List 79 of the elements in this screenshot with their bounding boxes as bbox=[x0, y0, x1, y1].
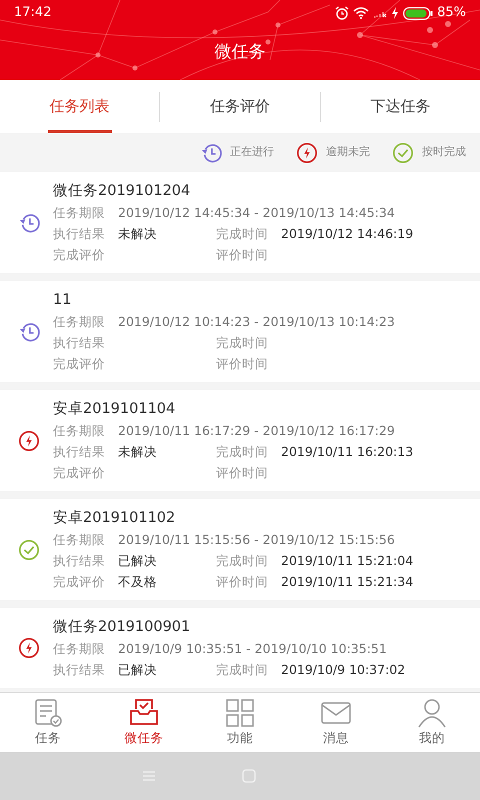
field-label: 执行结果 bbox=[53, 225, 106, 243]
field-label: 完成时间 bbox=[216, 225, 269, 243]
nav-tab[interactable]: 我的 bbox=[384, 693, 480, 752]
nav-tab[interactable]: 消息 bbox=[288, 693, 384, 752]
field-label: 任务期限 bbox=[53, 640, 106, 658]
field-label: 任务期限 bbox=[53, 204, 106, 222]
field-value: 2019/10/9 10:37:02 bbox=[281, 661, 406, 679]
wifi-icon bbox=[353, 7, 370, 19]
lightning-icon bbox=[18, 637, 40, 659]
field-label: 完成时间 bbox=[216, 443, 269, 461]
field-value: 2019/10/11 16:17:29 - 2019/10/12 16:17:29 bbox=[118, 422, 395, 440]
history-clock-icon bbox=[200, 142, 222, 164]
task-card[interactable]: 微任务2019100901 任务期限 2019/10/9 10:35:51 - 2019/10/10 10:35:51 执行结果 已解决 完成时间 2019/10/9 10:37:02 bbox=[0, 608, 480, 688]
field-label: 评价时间 bbox=[216, 355, 269, 373]
nav-tab[interactable]: 微任务 bbox=[96, 693, 192, 752]
field-value: 未解决 bbox=[118, 225, 157, 243]
legend-label: 逾期未完 bbox=[326, 144, 370, 160]
tab-underline bbox=[48, 130, 112, 133]
field-value: 2019/10/12 14:46:19 bbox=[281, 225, 414, 243]
grid-icon bbox=[224, 697, 256, 729]
battery-percent: 85% bbox=[437, 4, 466, 22]
field-label: 执行结果 bbox=[53, 334, 106, 352]
field-label: 任务期限 bbox=[53, 422, 106, 440]
history-clock-icon bbox=[18, 320, 40, 342]
home-icon[interactable] bbox=[242, 769, 256, 783]
task-card[interactable]: 11 任务期限 2019/10/12 10:14:23 - 2019/10/13 10:14:23 执行结果 完成时间 完成评价 评价时间 bbox=[0, 281, 480, 382]
field-label: 完成评价 bbox=[53, 246, 106, 264]
task-title: 安卓2019101104 bbox=[53, 400, 176, 419]
field-label: 评价时间 bbox=[216, 246, 269, 264]
field-label: 任务期限 bbox=[53, 531, 106, 549]
field-label: 完成评价 bbox=[53, 573, 106, 591]
field-value: 已解决 bbox=[118, 552, 157, 570]
field-label: 完成时间 bbox=[216, 552, 269, 570]
field-label: 完成时间 bbox=[216, 661, 269, 679]
field-label: 评价时间 bbox=[216, 464, 269, 482]
field-value: 2019/10/11 15:21:04 bbox=[281, 552, 414, 570]
person-icon bbox=[416, 697, 448, 729]
field-label: 执行结果 bbox=[53, 552, 106, 570]
page-title: 微任务 bbox=[214, 41, 266, 64]
task-title: 微任务2019101204 bbox=[53, 182, 192, 201]
task-title: 微任务2019100901 bbox=[53, 618, 192, 637]
field-label: 评价时间 bbox=[216, 573, 269, 591]
history-clock-icon bbox=[18, 212, 40, 234]
alarm-icon bbox=[335, 6, 350, 20]
tab[interactable]: 下达任务 bbox=[320, 80, 480, 133]
field-value: 未解决 bbox=[118, 443, 157, 461]
task-card[interactable]: 微任务2019101204 任务期限 2019/10/12 14:45:34 - 2019/10/13 14:45:34 执行结果 未解决 完成时间 2019/10/12 14:46:19 完成评价 评价时间 bbox=[0, 172, 480, 273]
lightning-icon bbox=[18, 430, 40, 452]
field-label: 完成时间 bbox=[216, 334, 269, 352]
charging-icon bbox=[391, 7, 400, 19]
tab[interactable]: 任务评价 bbox=[160, 80, 320, 133]
lightning-icon bbox=[296, 142, 318, 164]
menu-icon[interactable] bbox=[142, 770, 156, 782]
field-value: 2019/10/11 16:20:13 bbox=[281, 443, 414, 461]
battery-icon bbox=[403, 6, 434, 20]
nav-tab[interactable]: 任务 bbox=[0, 693, 96, 752]
task-title: 安卓2019101102 bbox=[53, 508, 176, 528]
field-value: 2019/10/12 10:14:23 - 2019/10/13 10:14:23 bbox=[118, 313, 395, 331]
task-title: 11 bbox=[53, 291, 72, 310]
field-label: 完成评价 bbox=[53, 464, 106, 482]
legend-label: 正在进行 bbox=[230, 144, 274, 160]
task-card[interactable]: 安卓2019101104 任务期限 2019/10/11 16:17:29 - 2019/10/12 16:17:29 执行结果 未解决 完成时间 2019/10/11 16:20:13 完成评价 评价时间 bbox=[0, 390, 480, 491]
legend-label: 按时完成 bbox=[422, 144, 466, 160]
field-value: 2019/10/9 10:35:51 - 2019/10/10 10:35:51 bbox=[118, 640, 387, 658]
tab[interactable]: 任务列表 bbox=[0, 80, 160, 133]
field-value: 不及格 bbox=[118, 573, 157, 591]
field-value: 2019/10/11 15:15:56 - 2019/10/12 15:15:56 bbox=[118, 531, 395, 549]
status-time: 17:42 bbox=[14, 4, 52, 22]
field-label: 执行结果 bbox=[53, 443, 106, 461]
task-card[interactable]: 安卓2019101102 任务期限 2019/10/11 15:15:56 - 2019/10/12 15:15:56 执行结果 已解决 完成时间 2019/10/11 15:21:04 完成评价 不及格 评价时间 2019/10/11 15:21:34 bbox=[0, 499, 480, 600]
field-value: 2019/10/11 15:21:34 bbox=[281, 573, 414, 591]
check-circle-icon bbox=[18, 538, 40, 560]
field-label: 完成评价 bbox=[53, 355, 106, 373]
field-value: 2019/10/12 14:45:34 - 2019/10/13 14:45:34 bbox=[118, 204, 395, 222]
field-label: 执行结果 bbox=[53, 661, 106, 679]
nav-tab[interactable]: 功能 bbox=[192, 693, 288, 752]
field-value: 已解决 bbox=[118, 661, 157, 679]
field-label: 任务期限 bbox=[53, 313, 106, 331]
check-circle-icon bbox=[392, 142, 414, 164]
